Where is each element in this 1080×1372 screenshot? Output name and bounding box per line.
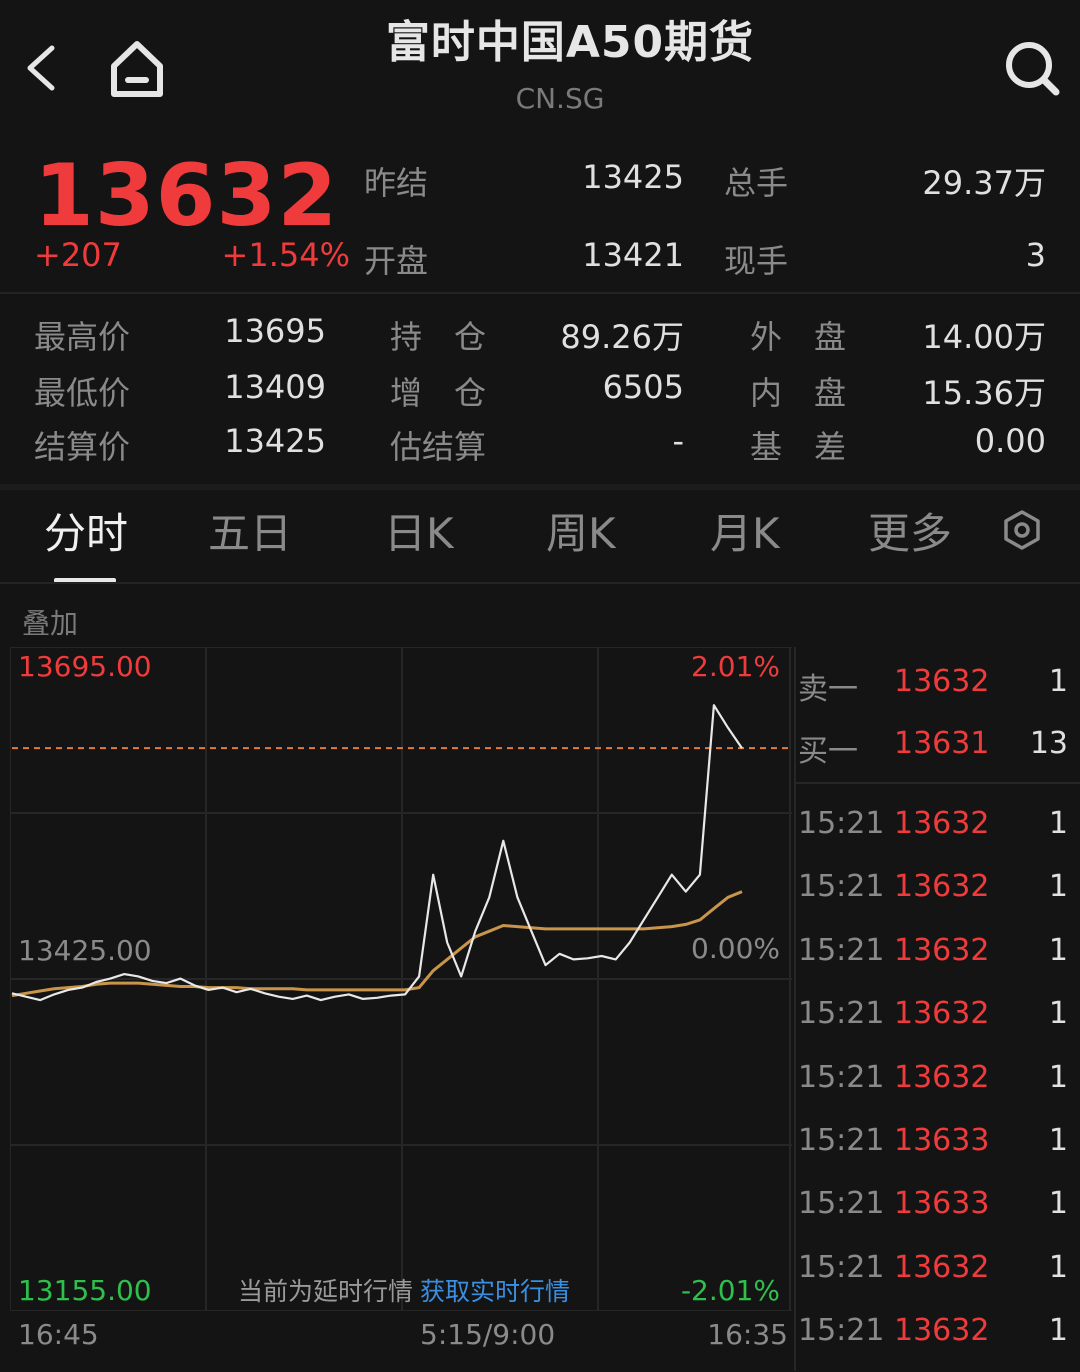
tab-five-day[interactable]: 五日 (208, 500, 292, 561)
tab-weekly-k[interactable]: 周K (546, 500, 616, 561)
trade-qty: 1 (1048, 1060, 1068, 1095)
trade-qty: 1 (1048, 996, 1068, 1031)
trade-time: 15:21 (798, 1313, 885, 1348)
y-axis-high: 13695.00 (18, 650, 152, 683)
last-price: 13632 (34, 146, 339, 246)
tab-daily-k[interactable]: 日K (384, 500, 454, 561)
y-axis-mid: 13425.00 (18, 934, 152, 967)
stat-value: 3 (1025, 236, 1046, 274)
pct-axis-high: 2.01% (691, 650, 780, 683)
y-axis-low: 13155.00 (18, 1274, 152, 1307)
chart-tabs: 分时 五日 日K 周K 月K 更多 (0, 490, 1080, 584)
stat-label: 昨结 (364, 164, 429, 202)
trade-time: 15:21 (798, 1250, 885, 1285)
sell1-price: 13632 (894, 664, 990, 699)
delay-notice: 当前为延时行情 (238, 1277, 414, 1306)
pct-axis-low: -2.01% (680, 1274, 780, 1307)
price-change-percent: +1.54% (221, 236, 350, 274)
trade-time: 15:21 (798, 996, 885, 1031)
orderbook-separator (796, 782, 1080, 784)
pct-axis-mid: 0.00% (691, 932, 780, 965)
trade-time: 15:21 (798, 806, 885, 841)
intraday-chart[interactable] (10, 647, 792, 1311)
trade-price: 13632 (894, 996, 990, 1031)
stat-label: 估结算 (390, 428, 487, 466)
stat-label: 总手 (724, 164, 789, 202)
stat-value: 13421 (582, 236, 684, 274)
search-icon[interactable] (1000, 36, 1064, 100)
tab-more[interactable]: 更多 (868, 500, 952, 561)
stat-label: 结算价 (34, 428, 131, 466)
x-axis-end: 16:35 (707, 1318, 788, 1351)
home-icon[interactable] (104, 38, 170, 100)
trade-price: 13632 (894, 806, 990, 841)
trade-price: 13633 (894, 1123, 990, 1158)
stat-value: 14.00万 (922, 318, 1046, 356)
trade-price: 13632 (894, 1313, 990, 1348)
stat-value: 29.37万 (922, 164, 1046, 202)
buy1-price: 13631 (894, 726, 990, 761)
trade-time: 15:21 (798, 1123, 885, 1158)
trade-price: 13632 (894, 1060, 990, 1095)
trade-qty: 1 (1048, 933, 1068, 968)
sell1-label: 卖一 (798, 672, 858, 707)
page-title: 富时中国A50期货 (385, 17, 755, 68)
stat-value: 13409 (224, 368, 326, 406)
instrument-code: CN.SG (515, 82, 605, 115)
trade-qty: 1 (1048, 1186, 1068, 1221)
stat-label: 开盘 (364, 242, 429, 280)
tab-monthly-k[interactable]: 月K (710, 500, 780, 561)
chart-grid (10, 647, 792, 1311)
buy1-qty: 13 (1029, 726, 1068, 761)
trade-time: 15:21 (798, 869, 885, 904)
realtime-quote-link[interactable]: 获取实时行情 (420, 1272, 570, 1308)
divider (0, 582, 1080, 584)
buy1-label: 买一 (798, 734, 858, 769)
trade-price: 13632 (894, 1250, 990, 1285)
stat-value: 13425 (224, 422, 326, 460)
trade-qty: 1 (1048, 1123, 1068, 1158)
stat-value: 89.26万 (560, 318, 684, 356)
divider (0, 292, 1080, 294)
trade-time: 15:21 (798, 1186, 885, 1221)
stat-label: 最低价 (34, 374, 131, 412)
stat-value: 13695 (224, 312, 326, 350)
trade-price: 13633 (894, 1186, 990, 1221)
stat-label: 内 盘 (750, 374, 847, 412)
tab-intraday[interactable]: 分时 (44, 500, 128, 561)
stat-label: 增 仓 (390, 374, 487, 412)
trade-qty: 1 (1048, 1250, 1068, 1285)
trade-price: 13632 (894, 933, 990, 968)
orderbook-divider (794, 647, 796, 1371)
trade-time: 15:21 (798, 933, 885, 968)
stat-value: 15.36万 (922, 374, 1046, 412)
sell1-qty: 1 (1048, 664, 1068, 699)
stat-label: 最高价 (34, 318, 131, 356)
trade-price: 13632 (894, 869, 990, 904)
overlay-button[interactable]: 叠加 (22, 602, 78, 642)
stat-label: 现手 (724, 242, 789, 280)
stat-value: - (672, 422, 684, 460)
header-bar: 富时中国A50期货 CN.SG (0, 0, 1080, 140)
trade-qty: 1 (1048, 869, 1068, 904)
stat-value: 6505 (602, 368, 684, 406)
stat-label: 基 差 (750, 428, 847, 466)
trade-time: 15:21 (798, 1060, 885, 1095)
trade-qty: 1 (1048, 1313, 1068, 1348)
stat-label: 持 仓 (390, 318, 487, 356)
stat-value: 13425 (582, 158, 684, 196)
back-arrow-icon[interactable] (18, 40, 66, 96)
trade-qty: 1 (1048, 806, 1068, 841)
x-axis-start: 16:45 (18, 1318, 99, 1351)
stat-label: 外 盘 (750, 318, 847, 356)
x-axis-mid: 5:15/9:00 (420, 1318, 556, 1351)
stat-value: 0.00 (974, 422, 1046, 460)
price-change: +207 (34, 236, 122, 274)
hexagon-settings-icon[interactable] (1000, 508, 1044, 552)
